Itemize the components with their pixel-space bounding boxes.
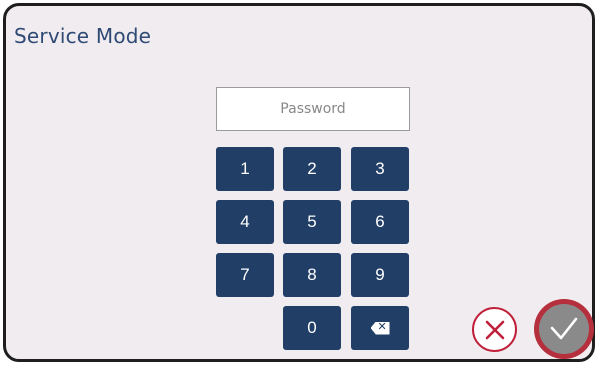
service-mode-dialog: Service Mode Password 1 2 3 4 5 6 7 8 9 … <box>3 3 595 362</box>
cancel-button[interactable] <box>472 307 517 352</box>
confirm-button[interactable] <box>534 299 594 359</box>
key-6[interactable]: 6 <box>351 200 409 244</box>
key-7[interactable]: 7 <box>216 253 274 297</box>
key-9[interactable]: 9 <box>351 253 409 297</box>
key-5[interactable]: 5 <box>283 200 341 244</box>
check-icon <box>550 317 578 340</box>
close-icon <box>485 320 504 339</box>
key-8[interactable]: 8 <box>283 253 341 297</box>
key-0[interactable]: 0 <box>283 306 341 350</box>
key-3[interactable]: 3 <box>351 147 409 191</box>
password-field[interactable]: Password <box>216 87 410 131</box>
backspace-button[interactable] <box>351 306 409 350</box>
key-2[interactable]: 2 <box>283 147 341 191</box>
key-1[interactable]: 1 <box>216 147 274 191</box>
key-4[interactable]: 4 <box>216 200 274 244</box>
dialog-title: Service Mode <box>14 24 152 48</box>
confirm-button-face <box>539 304 589 354</box>
backspace-icon <box>370 321 390 335</box>
